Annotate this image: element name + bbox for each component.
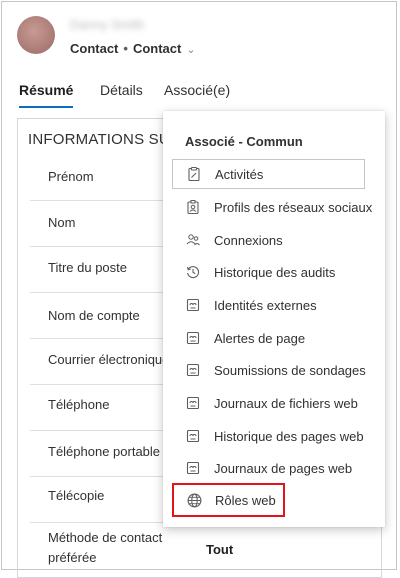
people-icon: [184, 231, 202, 249]
menu-item-label: Historique des pages web: [214, 428, 364, 444]
chevron-down-icon[interactable]: ⌄: [186, 44, 195, 56]
field-label: Titre du poste: [48, 260, 128, 275]
tab-resume[interactable]: Résumé: [19, 82, 74, 108]
menu-item-label: Rôles web: [215, 492, 276, 508]
puzzle-icon: [184, 394, 202, 412]
menu-item-page-alerts[interactable]: Alertes de page: [172, 323, 365, 353]
section-title: INFORMATIONS SU: [28, 131, 170, 148]
menu-item-label: Activités: [215, 166, 264, 182]
menu-item-label: Journaux de pages web: [214, 460, 353, 476]
menu-item-web-page-logs[interactable]: Journaux de pages web: [172, 453, 365, 483]
menu-item-connections[interactable]: Connexions: [172, 225, 365, 255]
tab-details[interactable]: Détails: [100, 82, 143, 98]
menu-item-web-page-history[interactable]: Historique des pages web: [172, 421, 365, 451]
avatar: [17, 16, 55, 54]
related-menu: Associé - Commun Activités Profils des r…: [163, 111, 385, 527]
puzzle-icon: [184, 427, 202, 445]
menu-item-external-identities[interactable]: Identités externes: [172, 290, 365, 320]
puzzle-icon: [184, 459, 202, 477]
menu-item-label: Alertes de page: [214, 330, 306, 346]
field-preferred-contact[interactable]: Méthode de contact préférée Tout: [30, 523, 360, 573]
field-value: Tout: [206, 542, 234, 557]
menu-item-web-file-logs[interactable]: Journaux de fichiers web: [172, 388, 365, 418]
field-label: Télécopie: [48, 488, 105, 503]
entity-type: Contact: [70, 41, 119, 56]
menu-item-activities[interactable]: Activités: [172, 159, 365, 189]
tab-related[interactable]: Associé(e): [164, 82, 230, 98]
menu-item-web-roles[interactable]: Rôles web: [172, 483, 285, 517]
menu-item-label: Profils des réseaux sociaux: [214, 199, 373, 215]
menu-item-audit-history[interactable]: Historique des audits: [172, 257, 365, 287]
puzzle-icon: [184, 296, 202, 314]
menu-header: Associé - Commun: [185, 134, 303, 149]
form-selector[interactable]: Contact: [133, 41, 181, 56]
puzzle-icon: [184, 361, 202, 379]
field-label: Courrier électronique: [48, 352, 170, 367]
field-label: Prénom: [48, 169, 94, 184]
menu-item-label: Historique des audits: [214, 264, 336, 280]
field-label: Méthode de contact préférée: [48, 530, 163, 565]
field-label: Nom de compte: [48, 308, 140, 323]
history-icon: [184, 263, 202, 281]
menu-item-label: Connexions: [214, 232, 283, 248]
field-label: Nom: [48, 215, 76, 230]
menu-item-label: Journaux de fichiers web: [214, 395, 358, 411]
menu-item-label: Identités externes: [214, 297, 317, 313]
clipboard-icon: [185, 165, 203, 183]
menu-item-survey-submissions[interactable]: Soumissions de sondages: [172, 355, 366, 385]
field-label: Téléphone: [48, 397, 110, 412]
menu-item-social-profiles[interactable]: Profils des réseaux sociaux: [172, 192, 372, 222]
record-entity-line: Contact • Contact ⌄: [70, 41, 196, 56]
puzzle-icon: [184, 329, 202, 347]
menu-item-label: Soumissions de sondages: [214, 362, 366, 378]
globe-icon: [185, 491, 203, 509]
record-name: Danny Smith: [70, 17, 145, 32]
field-label: Téléphone portable: [48, 444, 161, 459]
separator-dot: •: [123, 41, 128, 56]
social-profile-icon: [184, 198, 202, 216]
